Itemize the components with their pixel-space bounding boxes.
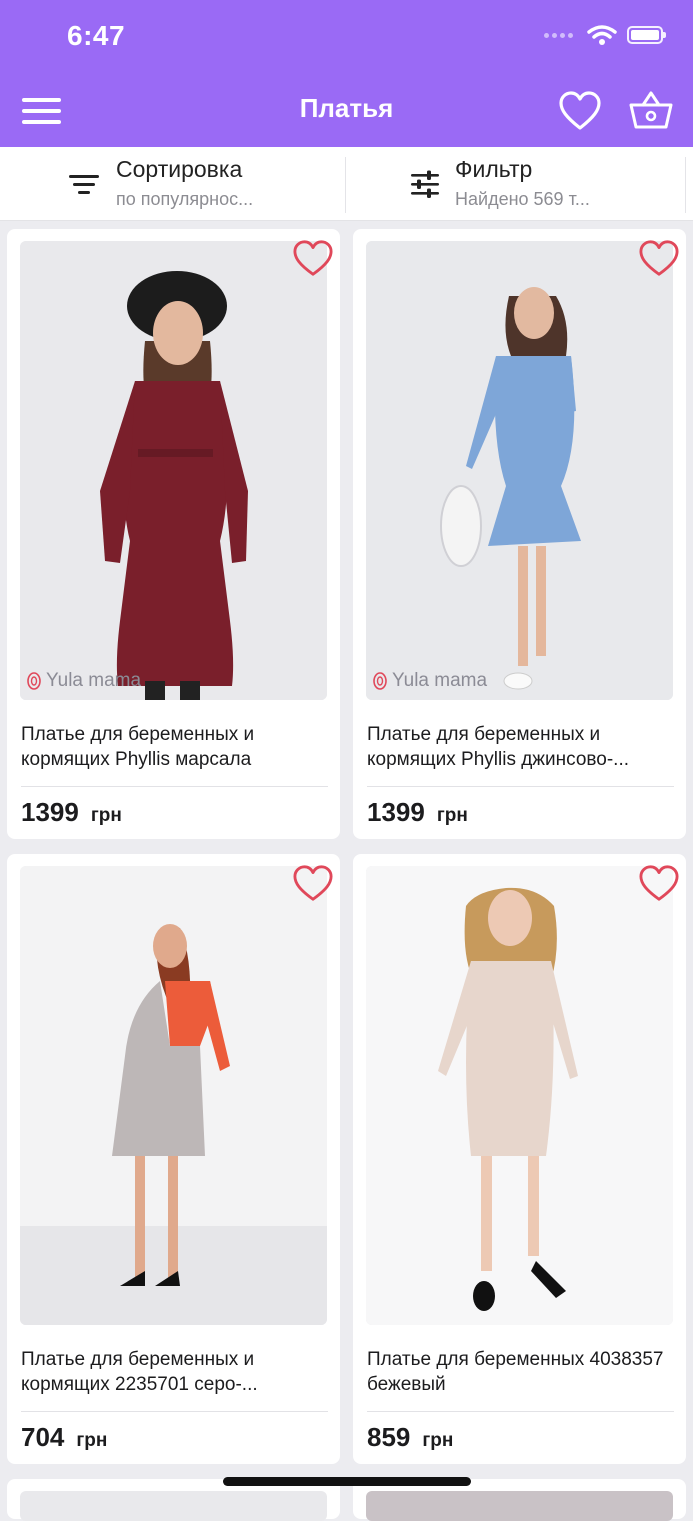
- product-name[interactable]: Платье для беременных и кормящих Phyllis…: [367, 722, 673, 772]
- sort-value: по популярнос...: [116, 189, 254, 209]
- add-to-favorites-button[interactable]: [638, 864, 680, 904]
- status-time: 6:47: [67, 20, 126, 51]
- battery-icon: [627, 26, 666, 44]
- price-currency: грн: [90, 805, 122, 826]
- price-amount: 704: [21, 1422, 65, 1452]
- product-card[interactable]: Yula mama Платье для беременных и кормящ…: [7, 229, 340, 839]
- brand-logo-icon: [27, 672, 41, 690]
- product-image[interactable]: Yula mama: [366, 241, 673, 700]
- product-image[interactable]: [20, 1491, 327, 1521]
- signal-icon: [544, 32, 573, 38]
- filter-found-count: Найдено 569 т...: [455, 189, 590, 209]
- card-divider: [21, 1411, 328, 1412]
- filter-button[interactable]: Фильтр Найдено 569 т...: [346, 147, 693, 220]
- product-card[interactable]: Платье для беременных и кормящих 2235701…: [7, 854, 340, 1464]
- heart-outline-icon: [293, 240, 333, 276]
- add-to-favorites-button[interactable]: [292, 864, 334, 904]
- price-amount: 859: [367, 1422, 411, 1452]
- wifi-icon: [587, 25, 617, 45]
- sort-button[interactable]: Сортировка по популярнос...: [0, 147, 345, 220]
- status-icons: [544, 24, 666, 46]
- filter-label: Фильтр: [455, 156, 533, 182]
- brand-name: Yula mama: [392, 670, 488, 691]
- brand-watermark: Yula mama: [372, 670, 487, 692]
- product-image[interactable]: [20, 866, 327, 1325]
- add-to-favorites-button[interactable]: [292, 239, 334, 279]
- cart-button[interactable]: [627, 89, 675, 133]
- product-price: 859 грн: [367, 1422, 453, 1453]
- price-currency: грн: [422, 1430, 454, 1451]
- card-divider: [21, 786, 328, 787]
- product-price: 1399 грн: [21, 797, 122, 828]
- brand-logo-icon: [373, 672, 387, 690]
- card-divider: [367, 786, 674, 787]
- product-price: 1399 грн: [367, 797, 468, 828]
- price-amount: 1399: [367, 797, 425, 827]
- sort-label: Сортировка: [116, 156, 243, 182]
- price-currency: грн: [76, 1430, 108, 1451]
- price-currency: грн: [436, 805, 468, 826]
- product-name[interactable]: Платье для беременных 4038357 бежевый: [367, 1347, 673, 1397]
- home-indicator[interactable]: [223, 1477, 471, 1486]
- basket-icon: [629, 91, 673, 129]
- sort-icon: [69, 175, 99, 194]
- heart-icon: [559, 91, 601, 130]
- product-image[interactable]: [366, 866, 673, 1325]
- heart-outline-icon: [293, 865, 333, 901]
- brand-watermark: Yula mama: [26, 670, 141, 692]
- product-price: 704 грн: [21, 1422, 107, 1453]
- card-divider: [367, 1411, 674, 1412]
- product-card[interactable]: Платье для беременных 4038357 бежевый 85…: [353, 854, 686, 1464]
- filter-sliders-icon: [411, 170, 439, 198]
- product-card[interactable]: Yula mama Платье для беременных и кормящ…: [353, 229, 686, 839]
- brand-name: Yula mama: [46, 670, 142, 691]
- app-header: 6:47 Платья: [0, 0, 693, 147]
- favorites-button[interactable]: [558, 90, 602, 132]
- heart-outline-icon: [639, 865, 679, 901]
- price-amount: 1399: [21, 797, 79, 827]
- heart-outline-icon: [639, 240, 679, 276]
- product-name[interactable]: Платье для беременных и кормящих 2235701…: [21, 1347, 327, 1397]
- sort-filter-bar: Сортировка по популярнос... Фильтр Найде…: [0, 147, 693, 221]
- product-image[interactable]: Yula mama: [20, 241, 327, 700]
- add-to-favorites-button[interactable]: [638, 239, 680, 279]
- toolbar-divider: [685, 157, 686, 213]
- product-image[interactable]: [366, 1491, 673, 1521]
- product-name[interactable]: Платье для беременных и кормящих Phyllis…: [21, 722, 327, 772]
